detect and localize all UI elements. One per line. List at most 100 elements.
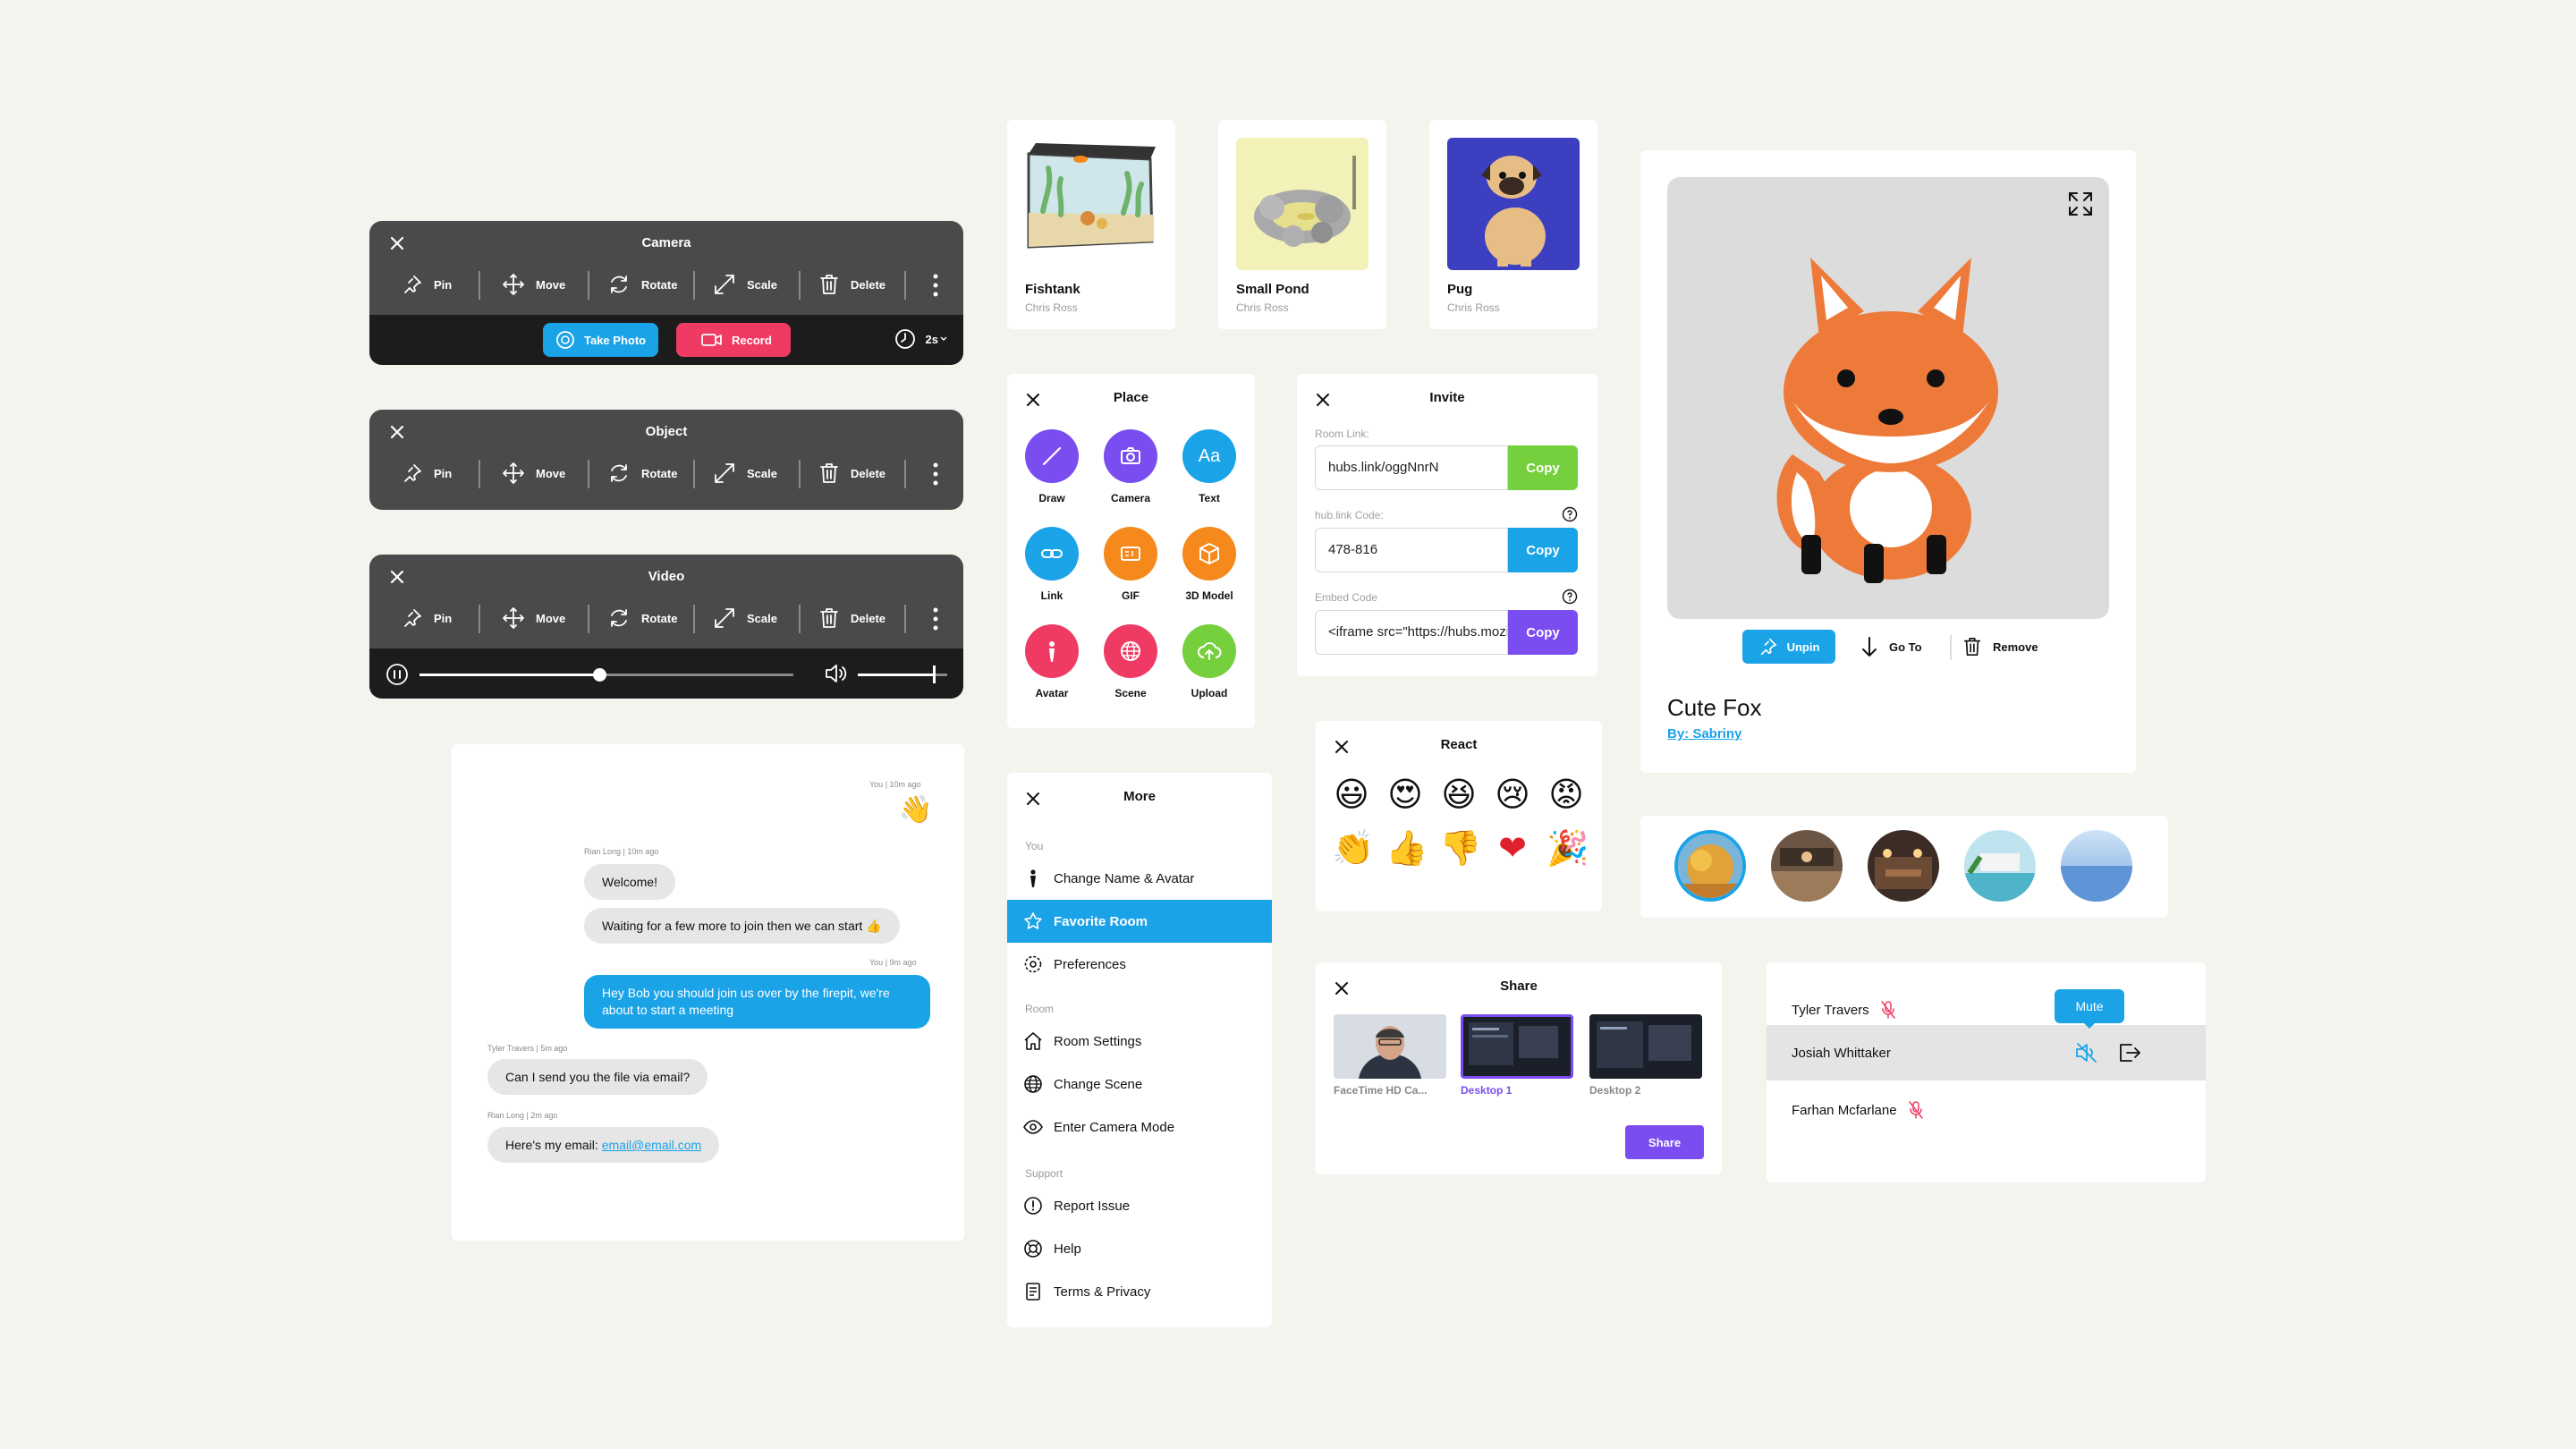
- scale-button[interactable]: Scale: [713, 451, 777, 496]
- record-button[interactable]: Record: [676, 323, 791, 357]
- home-icon: [1024, 1032, 1042, 1050]
- chat-bubble-own: Hey Bob you should join us over by the f…: [584, 975, 930, 1029]
- link-button[interactable]: [1025, 527, 1079, 580]
- upload-button[interactable]: [1182, 624, 1236, 678]
- emoji-clap[interactable]: 👏: [1332, 828, 1374, 868]
- emoji-thumbs-up[interactable]: 👍: [1385, 828, 1428, 868]
- asset-card-pug[interactable]: Pug Chris Ross: [1429, 120, 1597, 329]
- kick-icon[interactable]: [2117, 1041, 2142, 1064]
- scale-button[interactable]: Scale: [713, 262, 777, 307]
- react-panel: React 😃 😍 😆 😢 😡 👏 👍 👎 ❤ 🎉: [1316, 721, 1602, 911]
- menu-item-camera-mode[interactable]: Enter Camera Mode: [1007, 1106, 1272, 1148]
- panel-title: Place: [1113, 390, 1149, 405]
- scene-option[interactable]: [1964, 830, 2036, 902]
- pause-icon[interactable]: [386, 663, 409, 686]
- scene-option[interactable]: [1771, 830, 1843, 902]
- rotate-button[interactable]: Rotate: [607, 262, 677, 307]
- copy-code-button[interactable]: Copy: [1508, 528, 1578, 572]
- volume-slider[interactable]: [858, 665, 947, 683]
- volume-icon[interactable]: [824, 662, 849, 685]
- move-button[interactable]: Move: [502, 262, 565, 307]
- avatar-button[interactable]: [1025, 624, 1079, 678]
- emoji-crying[interactable]: 😢: [1493, 775, 1532, 814]
- person-row-selected[interactable]: Josiah Whittaker: [1767, 1025, 2206, 1080]
- remove-button[interactable]: Remove: [1962, 633, 2038, 660]
- scene-option[interactable]: [1868, 830, 1939, 902]
- speaker-mute-icon[interactable]: [2074, 1041, 2099, 1064]
- copy-embed-button[interactable]: Copy: [1508, 610, 1578, 655]
- email-link[interactable]: email@email.com: [602, 1138, 701, 1152]
- rotate-button[interactable]: Rotate: [607, 596, 677, 640]
- object-title: Cute Fox: [1667, 694, 1762, 721]
- emoji-heart[interactable]: ❤: [1493, 828, 1532, 868]
- pin-button[interactable]: Pin: [402, 596, 452, 640]
- expand-icon[interactable]: [2066, 190, 2095, 218]
- emoji-heart-eyes[interactable]: 😍: [1385, 775, 1425, 814]
- person-row[interactable]: Farhan Mcfarlane: [1767, 1082, 2206, 1138]
- draw-button[interactable]: [1025, 429, 1079, 483]
- emoji-party[interactable]: 🎉: [1546, 828, 1589, 868]
- video-progress-handle[interactable]: [592, 668, 606, 682]
- menu-item-terms[interactable]: Terms & Privacy: [1007, 1270, 1272, 1313]
- text-button[interactable]: Aa: [1182, 429, 1236, 483]
- timer-select[interactable]: 2s: [894, 327, 947, 351]
- embed-field[interactable]: <iframe src="https://hubs.mozilla.com/: [1315, 610, 1508, 655]
- document-icon: [1026, 1283, 1040, 1301]
- 3d-model-label: 3D Model: [1185, 589, 1233, 602]
- asset-card-fishtank[interactable]: Fishtank Chris Ross: [1007, 120, 1175, 329]
- goto-button[interactable]: Go To: [1860, 633, 1922, 660]
- panel-title: More: [1123, 789, 1156, 804]
- volume-handle[interactable]: [933, 665, 936, 683]
- move-button[interactable]: Move: [502, 596, 565, 640]
- delete-button[interactable]: Delete: [818, 451, 886, 496]
- unpin-button[interactable]: Unpin: [1742, 630, 1835, 664]
- copy-room-link-button[interactable]: Copy: [1508, 445, 1578, 490]
- menu-item-change-scene[interactable]: Change Scene: [1007, 1063, 1272, 1106]
- more-vertical-icon[interactable]: [931, 462, 940, 487]
- gif-button[interactable]: [1104, 527, 1157, 580]
- emoji-laughing[interactable]: 😆: [1439, 775, 1479, 814]
- delete-button[interactable]: Delete: [818, 262, 886, 307]
- menu-item-report-issue[interactable]: Report Issue: [1007, 1184, 1272, 1227]
- object-author-link[interactable]: By: Sabriny: [1667, 726, 1741, 741]
- video-progress-bar[interactable]: [419, 668, 793, 682]
- help-icon[interactable]: [1562, 506, 1578, 522]
- emoji-angry[interactable]: 😡: [1546, 775, 1586, 814]
- emoji-thumbs-down[interactable]: 👎: [1439, 828, 1481, 868]
- pin-button[interactable]: Pin: [402, 262, 452, 307]
- pin-button[interactable]: Pin: [402, 451, 452, 496]
- emoji-grinning[interactable]: 😃: [1332, 775, 1371, 814]
- share-source-label: Desktop 1: [1461, 1084, 1513, 1097]
- share-source-facetime[interactable]: [1334, 1014, 1446, 1079]
- move-icon: [503, 462, 524, 484]
- menu-item-favorite-room[interactable]: Favorite Room: [1007, 900, 1272, 943]
- help-icon[interactable]: [1562, 589, 1578, 605]
- person-icon: [1030, 869, 1036, 887]
- more-vertical-icon[interactable]: [931, 273, 940, 298]
- scene-button[interactable]: [1104, 624, 1157, 678]
- rotate-button[interactable]: Rotate: [607, 451, 677, 496]
- take-photo-button[interactable]: Take Photo: [543, 323, 659, 357]
- share-source-desktop-1[interactable]: [1461, 1014, 1573, 1079]
- camera-button[interactable]: [1104, 429, 1157, 483]
- code-field[interactable]: 478-816: [1315, 528, 1508, 572]
- scene-option[interactable]: [1674, 830, 1746, 902]
- 3d-model-button[interactable]: [1182, 527, 1236, 580]
- people-list: Tyler Travers Josiah Whittaker Mute Farh…: [1767, 962, 2206, 1182]
- move-button[interactable]: Move: [502, 451, 565, 496]
- menu-item-room-settings[interactable]: Room Settings: [1007, 1020, 1272, 1063]
- more-vertical-icon[interactable]: [931, 606, 940, 631]
- share-source-desktop-2[interactable]: [1589, 1014, 1702, 1079]
- timer-icon: [894, 329, 915, 349]
- scale-button[interactable]: Scale: [713, 596, 777, 640]
- room-link-field[interactable]: hubs.link/oggNnrN: [1315, 445, 1508, 490]
- share-button[interactable]: Share: [1625, 1125, 1704, 1159]
- delete-button[interactable]: Delete: [818, 596, 886, 640]
- asset-card-small-pond[interactable]: Small Pond Chris Ross: [1218, 120, 1386, 329]
- menu-item-preferences[interactable]: Preferences: [1007, 943, 1272, 986]
- globe-icon: [1121, 641, 1140, 661]
- menu-item-help[interactable]: Help: [1007, 1227, 1272, 1270]
- scene-option[interactable]: [2061, 830, 2132, 902]
- pin-icon: [404, 464, 421, 482]
- menu-item-change-name[interactable]: Change Name & Avatar: [1007, 857, 1272, 900]
